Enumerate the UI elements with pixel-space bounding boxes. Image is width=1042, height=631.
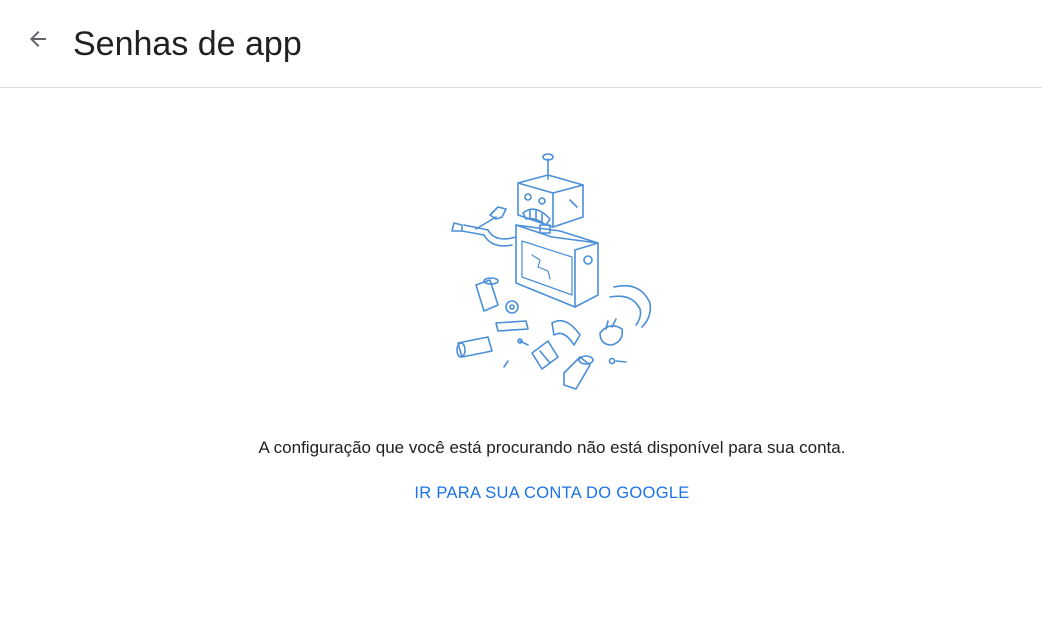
back-button[interactable] [18,19,58,59]
app-header: Senhas de app [0,0,1042,88]
page-title: Senhas de app [73,25,302,63]
go-to-google-account-link[interactable]: IR PARA SUA CONTA DO GOOGLE [414,484,689,502]
arrow-back-icon [30,31,46,47]
go-to-google-account-link-wrapper: IR PARA SUA CONTA DO GOOGLE [0,482,1042,504]
unavailable-message: A configuração que você está procurando … [258,438,846,457]
broken-robot-illustration [451,153,652,390]
